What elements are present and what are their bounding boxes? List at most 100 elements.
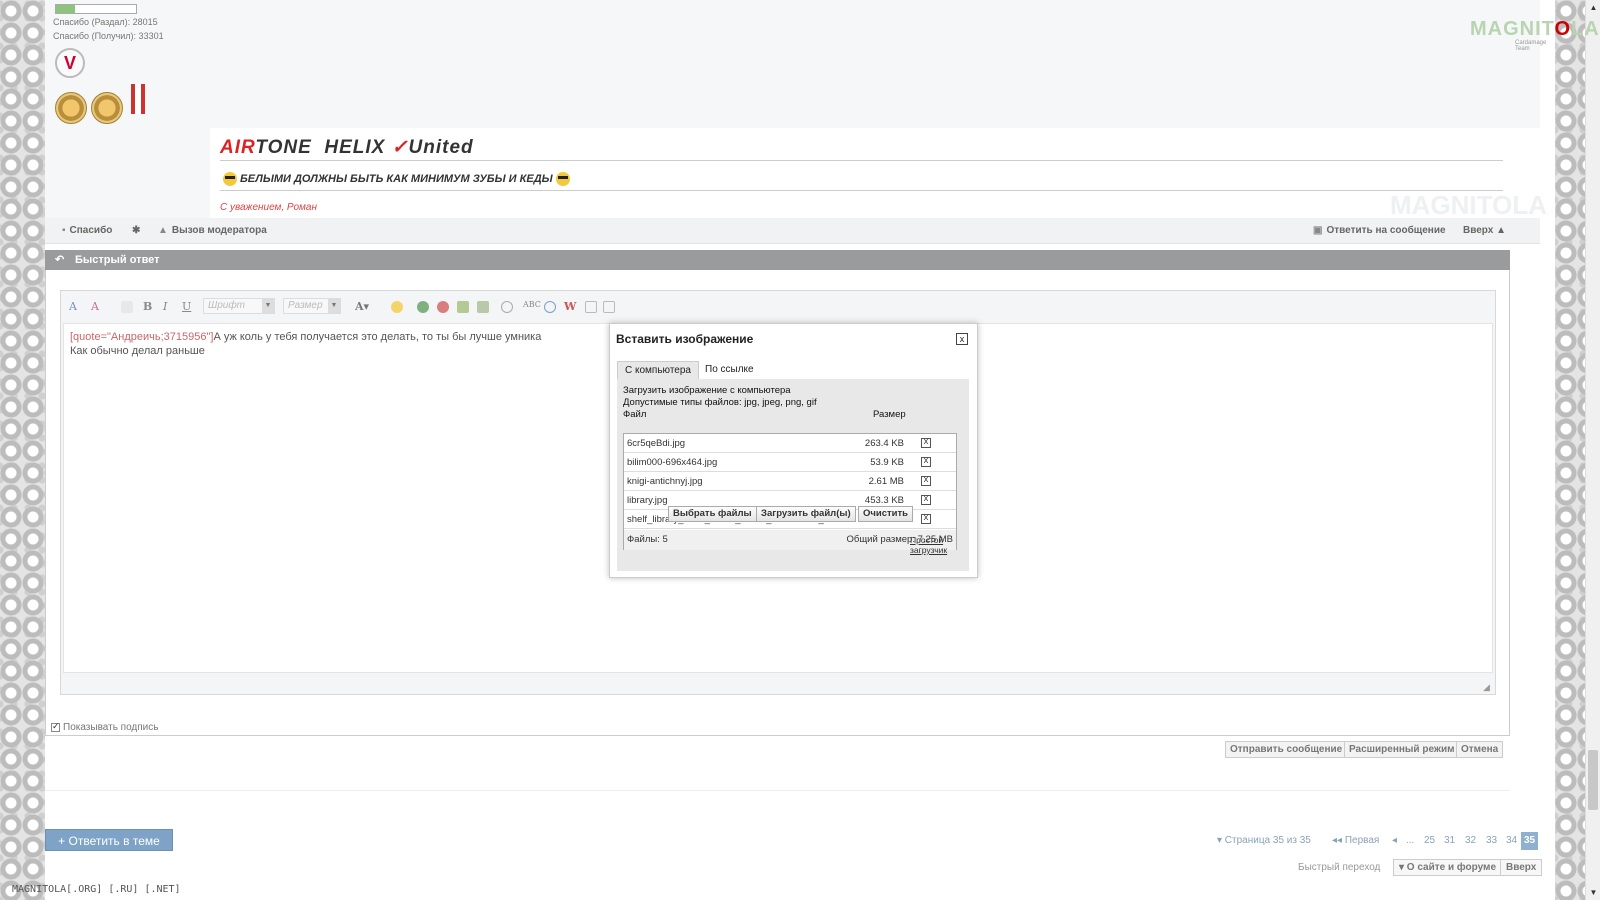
ribbon-medal-icon: [131, 84, 145, 114]
pagination-page[interactable]: 33: [1483, 832, 1500, 850]
scroll-down-arrow-icon[interactable]: ▼: [1586, 885, 1600, 900]
site-footer-domains: MAGNITOLA[.ORG] [.RU] [.NET]: [12, 884, 181, 895]
upload-files-button[interactable]: Загрузить файл(ы): [756, 506, 856, 522]
pagination-page[interactable]: 31: [1441, 832, 1458, 850]
cancel-button[interactable]: Отмена: [1456, 741, 1504, 758]
close-icon[interactable]: x: [956, 333, 968, 345]
files-count: Файлы: 5: [627, 534, 668, 545]
show-signature-option[interactable]: Показывать подпись: [51, 721, 158, 733]
insert-image-icon[interactable]: [457, 301, 469, 313]
resize-handle-icon[interactable]: ◢: [1483, 682, 1493, 692]
call-moderator-button[interactable]: ▲ Вызов модератора: [158, 225, 267, 236]
pagination-label[interactable]: ▾ Страница 35 из 35: [1217, 835, 1311, 846]
text-color-icon[interactable]: A: [91, 300, 99, 313]
unlink-icon[interactable]: [437, 301, 449, 313]
paste-icon[interactable]: [121, 301, 133, 313]
signature-divider: [220, 190, 1503, 191]
quick-jump-forum-select[interactable]: ▾ О сайте и форуме: [1393, 859, 1503, 876]
dialog-title: Вставить изображение: [616, 332, 754, 346]
pagination-page[interactable]: 32: [1462, 832, 1479, 850]
file-list: 6cr5qeBdi.jpg 263.4 KB X bilim000-696x464.…: [623, 433, 957, 550]
tab-from-computer[interactable]: С компьютера: [617, 361, 699, 379]
signature-regards: С уважением, Роман: [220, 202, 317, 213]
signature-slogan: БЕЛЫМИ ДОЛЖНЫ БЫТЬ КАК МИНИМУМ ЗУБЫ И КЕ…: [220, 172, 573, 186]
simple-uploader-link[interactable]: Простой загрузчик: [910, 535, 947, 555]
warning-icon: ▲: [158, 225, 168, 236]
reply-to-message-button[interactable]: ▣ Ответить на сообщение: [1313, 225, 1446, 236]
scroll-up-arrow-icon[interactable]: ▲: [1586, 0, 1600, 15]
send-message-button[interactable]: Отправить сообщение: [1225, 741, 1348, 758]
pagination-prev[interactable]: ◂: [1389, 832, 1400, 850]
quote-tag: [quote="Андреичь;3715956"]: [70, 331, 214, 343]
wiki-icon[interactable]: W: [564, 300, 576, 313]
thumbs-icon: ▪: [62, 225, 66, 236]
show-signature-checkbox[interactable]: [51, 721, 60, 732]
quick-jump-label: Быстрый переход: [1298, 862, 1381, 873]
site-tagline: Cardamage Team: [1515, 40, 1547, 52]
smiley-icon[interactable]: [391, 301, 403, 313]
font-color-icon[interactable]: A▾: [355, 300, 369, 313]
left-background-pattern: [0, 0, 45, 900]
editor-toolbar: A A B I U Шрифт ▼ Размер ▼ A▾ ABC W: [61, 291, 1495, 321]
thanks-given-stat: Спасибо (Раздал): 28015: [53, 17, 158, 27]
pagination-page[interactable]: 25: [1421, 832, 1438, 850]
pagination-first[interactable]: ◂◂ Первая: [1329, 832, 1382, 850]
advanced-mode-button[interactable]: Расширенный режим: [1344, 741, 1460, 758]
thanks-received-stat: Спасибо (Получил): 33301: [53, 31, 164, 41]
top-link[interactable]: Вверх ▲: [1463, 225, 1506, 236]
thanks-button[interactable]: ▪ Спасибо: [62, 225, 112, 236]
remove-file-icon[interactable]: X: [921, 438, 931, 448]
medal-icon: [91, 92, 123, 124]
italic-icon[interactable]: I: [163, 300, 167, 313]
remove-file-icon[interactable]: X: [921, 495, 931, 505]
signature-divider: [220, 160, 1503, 161]
reputation-bar: [55, 4, 137, 14]
pagination-page[interactable]: 34: [1503, 832, 1520, 850]
file-summary: Файлы: 5 Общий размер: 7.25 MB: [624, 530, 956, 550]
quote-icon[interactable]: [501, 301, 513, 313]
award-v-icon: V: [55, 48, 85, 78]
underline-icon[interactable]: U: [182, 300, 191, 313]
page-scrollbar[interactable]: ▲ ▼: [1585, 0, 1600, 900]
link-icon[interactable]: [417, 301, 429, 313]
star-icon[interactable]: ✱: [132, 225, 140, 236]
comment-icon: ▣: [1313, 225, 1323, 236]
insert-video-icon[interactable]: [477, 301, 489, 313]
watermark: MAGNITOLA: [1390, 190, 1547, 220]
email-icon[interactable]: [544, 301, 556, 313]
scroll-thumb[interactable]: [1588, 750, 1598, 810]
tab-by-link[interactable]: По ссылке: [698, 361, 761, 379]
message-line: А уж коль у тебя получается это делать, …: [213, 331, 542, 343]
remove-file-icon[interactable]: X: [921, 476, 931, 486]
choose-files-button[interactable]: Выбрать файлы: [668, 506, 757, 522]
sunglasses-emoji-icon: [555, 172, 570, 186]
file-row: 6cr5qeBdi.jpg 263.4 KB X: [624, 434, 956, 453]
site-logo[interactable]: MAGNITOLA: [1470, 18, 1600, 41]
medal-icon: [55, 92, 87, 124]
pagination-current-page[interactable]: 35: [1521, 832, 1539, 850]
sunglasses-emoji-icon: [223, 172, 237, 186]
font-select[interactable]: Шрифт ▼: [203, 298, 275, 314]
code-icon[interactable]: [585, 301, 597, 313]
spoiler-icon[interactable]: ABC: [523, 300, 541, 309]
allowed-types-label: Допустимые типы файлов: jpg, jpeg, png, …: [623, 397, 817, 408]
bold-icon[interactable]: B: [143, 300, 152, 313]
remove-format-icon[interactable]: A: [69, 300, 77, 313]
remove-file-icon[interactable]: X: [921, 457, 931, 467]
signature-logo: AIRTONE HELIX ✓United: [220, 137, 474, 158]
remove-file-icon[interactable]: X: [921, 514, 931, 524]
size-select[interactable]: Размер ▼: [283, 298, 341, 314]
post-content-area: [210, 0, 1540, 128]
quick-jump-top-button[interactable]: Вверх: [1500, 859, 1543, 876]
post-user-panel: Спасибо (Раздал): 28015 Спасибо (Получил…: [45, 0, 210, 218]
table-icon[interactable]: [603, 301, 615, 313]
clear-button[interactable]: Очистить: [858, 506, 914, 522]
pagination-ellipsis: ...: [1406, 835, 1415, 846]
quick-reply-header[interactable]: ↶ Быстрый ответ: [45, 250, 1510, 270]
file-row: knigi-antichnyj.jpg 2.61 MB X: [624, 472, 956, 491]
section-divider: [45, 790, 1510, 791]
reply-in-thread-button[interactable]: + Ответить в теме: [45, 829, 173, 851]
reply-arrow-icon: ↶: [55, 254, 65, 266]
post-action-bar: ▪ Спасибо ✱ ▲ Вызов модератора ▣ Ответить н…: [45, 218, 1540, 244]
insert-image-dialog: Вставить изображение x С компьютера По с…: [609, 323, 978, 578]
